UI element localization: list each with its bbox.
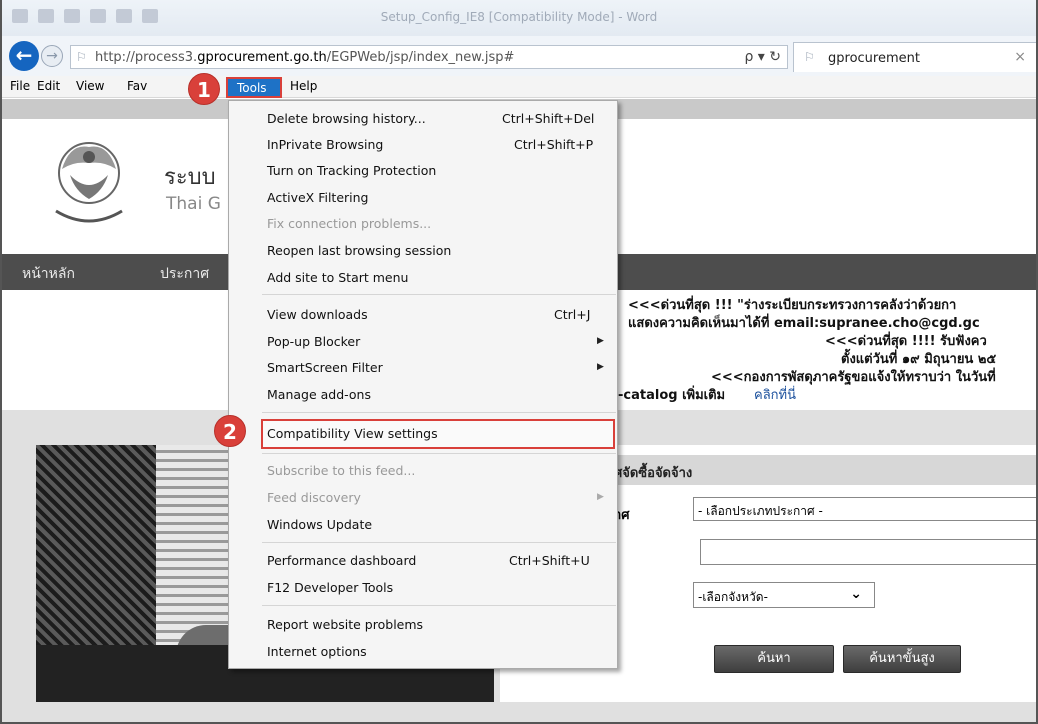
shortcut-performance-dashboard: Ctrl+Shift+U [509, 553, 590, 568]
menu-item-internet-options[interactable]: Internet options [267, 644, 367, 659]
search-button[interactable]: ค้นหา [714, 645, 834, 673]
search-refresh-controls[interactable]: ρ ▾ ↻ [744, 49, 781, 65]
address-url[interactable]: http://process3.gprocurement.go.th/EGPWe… [95, 50, 514, 65]
tools-dropdown-menu: Delete browsing history... Ctrl+Shift+De… [228, 100, 618, 669]
menu-item-feed-discovery: Feed discovery [267, 490, 361, 505]
menu-item-manage-addons[interactable]: Manage add-ons [267, 387, 371, 402]
menu-view[interactable]: View [76, 79, 104, 93]
submenu-arrow-icon: ▶ [597, 336, 604, 346]
menu-item-inprivate[interactable]: InPrivate Browsing [267, 137, 383, 152]
menu-separator [262, 412, 616, 413]
navigation-bar: ← → ⚐ http://process3.gprocurement.go.th… [2, 36, 1036, 76]
tab-label: gprocurement [828, 51, 920, 66]
news-line: -catalog เพิ่มเติม [618, 388, 726, 403]
shortcut-view-downloads: Ctrl+J [554, 307, 591, 322]
menu-item-performance-dashboard[interactable]: Performance dashboard [267, 553, 416, 568]
menu-item-fix-connection: Fix connection problems... [267, 216, 432, 231]
menu-separator [262, 294, 616, 295]
submenu-arrow-icon: ▶ [597, 362, 604, 372]
announcement-type-select[interactable]: - เลือกประเภทประกาศ - [693, 497, 1036, 521]
keyword-input[interactable] [700, 539, 1036, 565]
browser-tab[interactable]: ⚐ gprocurement × [793, 42, 1036, 72]
shortcut-inprivate: Ctrl+Shift+P [514, 137, 594, 152]
tab-close-icon[interactable]: × [1014, 49, 1026, 65]
browser-window: Setup_Config_IE8 [Compatibility Mode] - … [0, 0, 1038, 724]
nav-home[interactable]: หน้าหลัก [22, 263, 75, 285]
nav-announce[interactable]: ประกาศ [160, 263, 209, 285]
menu-file[interactable]: File [10, 79, 30, 93]
province-select[interactable]: -เลือกจังหวัด- ⌄ [693, 582, 875, 608]
site-favicon-icon: ⚐ [76, 50, 87, 64]
advanced-search-button[interactable]: ค้นหาขั้นสูง [843, 645, 961, 673]
menu-item-activex-filtering[interactable]: ActiveX Filtering [267, 190, 369, 205]
menu-item-view-downloads[interactable]: View downloads [267, 307, 368, 322]
garuda-logo [55, 142, 123, 223]
menu-item-popup-blocker[interactable]: Pop-up Blocker [267, 334, 360, 349]
tab-favicon-icon: ⚐ [804, 50, 815, 64]
menu-item-reopen-session[interactable]: Reopen last browsing session [267, 243, 451, 258]
forward-button[interactable]: → [41, 45, 63, 67]
menu-separator [262, 605, 616, 606]
menu-item-f12-tools[interactable]: F12 Developer Tools [267, 580, 393, 595]
menu-item-smartscreen[interactable]: SmartScreen Filter [267, 360, 383, 375]
step-2-badge: 2 [214, 415, 246, 447]
menu-separator [262, 542, 616, 543]
site-title: ระบบ [164, 165, 216, 190]
menu-item-delete-history[interactable]: Delete browsing history... [267, 111, 426, 126]
site-subtitle: Thai G [166, 194, 221, 214]
step-1-badge: 1 [188, 73, 220, 105]
menu-edit[interactable]: Edit [37, 79, 60, 93]
menu-item-add-start-menu[interactable]: Add site to Start menu [267, 270, 408, 285]
menu-item-report-problems[interactable]: Report website problems [267, 617, 423, 632]
menu-item-subscribe-feed: Subscribe to this feed... [267, 463, 416, 478]
window-title: Setup_Config_IE8 [Compatibility Mode] - … [380, 10, 658, 24]
menu-separator [262, 453, 616, 454]
back-button[interactable]: ← [9, 41, 39, 71]
menu-bar: File Edit View Fav Tools Help [2, 76, 1036, 98]
chevron-down-icon: ⌄ [850, 586, 862, 602]
search-header-title: ศจัดซื้อจัดจ้าง [614, 466, 693, 481]
menu-item-compatibility-view[interactable]: Compatibility View settings [267, 426, 438, 441]
address-bar[interactable]: ⚐ http://process3.gprocurement.go.th/EGP… [70, 45, 788, 69]
province-select-value: -เลือกจังหวัด- [698, 590, 768, 604]
menu-item-windows-update[interactable]: Windows Update [267, 517, 372, 532]
submenu-arrow-icon: ▶ [597, 492, 604, 502]
menu-item-tracking-protection[interactable]: Turn on Tracking Protection [267, 163, 436, 178]
title-bar: Setup_Config_IE8 [Compatibility Mode] - … [2, 0, 1036, 36]
menu-tools[interactable]: Tools [226, 77, 282, 98]
menu-help[interactable]: Help [290, 79, 317, 93]
menu-favorites[interactable]: Fav [127, 79, 147, 93]
shortcut-delete-history: Ctrl+Shift+Del [502, 111, 595, 126]
click-here-link[interactable]: คลิกที่นี่ [754, 384, 796, 405]
